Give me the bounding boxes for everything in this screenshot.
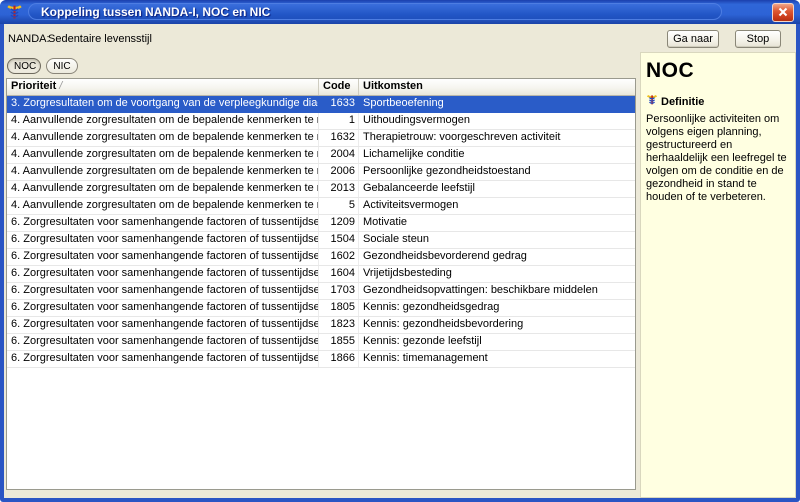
definition-caduceus-icon [646,93,658,111]
table-row[interactable]: 6. Zorgresultaten voor samenhangende fac… [7,232,635,249]
table-row[interactable]: 6. Zorgresultaten voor samenhangende fac… [7,266,635,283]
client-area: NANDA: Sedentaire levensstijl Ga naar St… [4,24,796,498]
table-header[interactable]: Prioriteit / Code Uitkomsten [7,79,635,96]
table-row[interactable]: 6. Zorgresultaten voor samenhangende fac… [7,249,635,266]
sort-ascending-icon: / [59,80,62,92]
table-row[interactable]: 6. Zorgresultaten voor samenhangende fac… [7,334,635,351]
table-row[interactable]: 4. Aanvullende zorgresultaten om de bepa… [7,130,635,147]
table-row[interactable]: 4. Aanvullende zorgresultaten om de bepa… [7,147,635,164]
column-header-code[interactable]: Code [319,79,359,95]
nanda-value: Sedentaire levensstijl [48,33,152,45]
results-table: Prioriteit / Code Uitkomsten 3. Zorgresu… [6,78,636,490]
ga-naar-button[interactable]: Ga naar [667,30,719,48]
table-row[interactable]: 4. Aanvullende zorgresultaten om de bepa… [7,198,635,215]
title-pill: Koppeling tussen NANDA-I, NOC en NIC [28,3,722,20]
close-button[interactable] [772,3,794,22]
table-row[interactable]: 6. Zorgresultaten voor samenhangende fac… [7,283,635,300]
titlebar: Koppeling tussen NANDA-I, NOC en NIC [0,0,800,24]
window-title: Koppeling tussen NANDA-I, NOC en NIC [41,5,270,19]
table-body: 3. Zorgresultaten om de voortgang van de… [7,96,635,368]
definition-text: Persoonlijke activiteiten om volgens eig… [646,113,790,204]
column-header-prioriteit[interactable]: Prioriteit / [7,79,319,95]
table-row[interactable]: 4. Aanvullende zorgresultaten om de bepa… [7,113,635,130]
close-icon [778,4,788,22]
stop-button[interactable]: Stop [735,30,781,48]
nanda-label: NANDA: [8,33,50,45]
table-row[interactable]: 4. Aanvullende zorgresultaten om de bepa… [7,164,635,181]
app-window: Koppeling tussen NANDA-I, NOC en NIC NAN… [0,0,800,502]
caduceus-icon [6,3,23,20]
tab-nic[interactable]: NIC [46,58,78,74]
definition-label: Definitie [661,96,704,108]
table-row[interactable]: 3. Zorgresultaten om de voortgang van de… [7,96,635,113]
table-row[interactable]: 6. Zorgresultaten voor samenhangende fac… [7,351,635,368]
table-row[interactable]: 6. Zorgresultaten voor samenhangende fac… [7,300,635,317]
column-header-uitkomsten[interactable]: Uitkomsten [359,79,635,95]
table-row[interactable]: 6. Zorgresultaten voor samenhangende fac… [7,215,635,232]
panel-title: NOC [646,59,790,83]
table-row[interactable]: 4. Aanvullende zorgresultaten om de bepa… [7,181,635,198]
noc-panel: NOC Definitie Persoonlijke activiteiten … [640,52,796,498]
tab-noc[interactable]: NOC [7,58,41,74]
table-row[interactable]: 6. Zorgresultaten voor samenhangende fac… [7,317,635,334]
definition-header: Definitie [646,93,790,111]
